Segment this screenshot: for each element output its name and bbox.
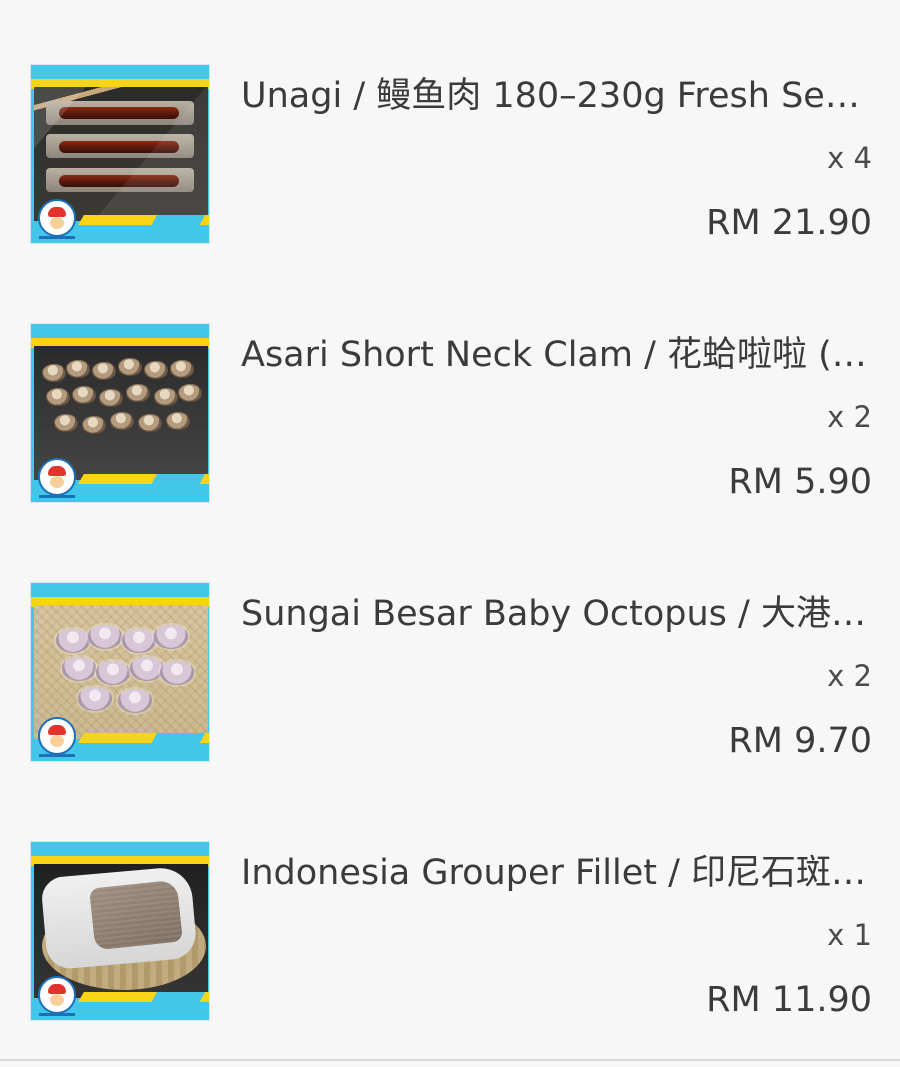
mascot-logo-text-bar <box>39 1013 75 1016</box>
clam-shell <box>82 416 106 434</box>
product-thumbnail-octopus <box>30 582 210 762</box>
clam-shell <box>118 358 142 376</box>
baby-octopus <box>130 657 164 681</box>
baby-octopus <box>88 625 122 649</box>
clam-shell <box>138 414 162 432</box>
mascot-logo-icon <box>38 199 76 237</box>
baby-octopus <box>56 629 90 653</box>
product-title: Asari Short Neck Clam / 花蛤啦啦 (5… <box>241 335 869 375</box>
clam-shell <box>92 362 116 380</box>
order-item-list: Unagi / 鳗鱼肉 180–230g Fresh Sea… x 4 RM 2… <box>0 0 900 1060</box>
product-title: Indonesia Grouper Fillet / 印尼石斑… <box>241 853 867 893</box>
clam-shell <box>72 386 96 404</box>
clam-shell <box>154 388 178 406</box>
mascot-logo-text-bar <box>39 236 75 239</box>
product-quantity: x 4 <box>827 141 872 175</box>
clam-shell <box>42 364 66 382</box>
list-item-unagi[interactable]: Unagi / 鳗鱼肉 180–230g Fresh Sea… x 4 RM 2… <box>0 0 900 259</box>
baby-octopus <box>96 661 130 685</box>
product-price: RM 5.90 <box>728 462 872 502</box>
mascot-logo-icon <box>38 976 76 1014</box>
clam-shell <box>144 361 168 379</box>
product-quantity: x 2 <box>827 400 872 434</box>
clam-shell <box>166 412 190 430</box>
product-thumbnail-clam <box>30 323 210 503</box>
product-thumbnail-grouper <box>30 841 210 1021</box>
mascot-logo-text-bar <box>39 754 75 757</box>
product-thumbnail-unagi <box>30 64 210 244</box>
mascot-logo-icon <box>38 717 76 755</box>
product-title: Unagi / 鳗鱼肉 180–230g Fresh Sea… <box>241 76 869 116</box>
clam-shell <box>126 384 150 402</box>
clam-shell <box>170 360 194 378</box>
clam-shell <box>66 360 90 378</box>
product-price: RM 21.90 <box>706 203 872 243</box>
product-quantity: x 1 <box>827 918 872 952</box>
list-item-clam[interactable]: Asari Short Neck Clam / 花蛤啦啦 (5… x 2 RM … <box>0 259 900 518</box>
baby-octopus <box>62 657 96 681</box>
clam-shell <box>99 389 123 407</box>
product-title: Sungai Besar Baby Octopus / 大港… <box>241 594 866 634</box>
clam-shell <box>110 412 134 430</box>
clam-shell <box>54 414 78 432</box>
grouper-fillet <box>89 879 183 951</box>
product-price: RM 9.70 <box>728 721 872 761</box>
product-price: RM 11.90 <box>706 980 872 1020</box>
baby-octopus <box>118 689 152 713</box>
mascot-logo-text-bar <box>39 495 75 498</box>
baby-octopus <box>154 625 188 649</box>
list-item-octopus[interactable]: Sungai Besar Baby Octopus / 大港… x 2 RM 9… <box>0 518 900 777</box>
product-quantity: x 2 <box>827 659 872 693</box>
baby-octopus <box>160 661 194 685</box>
baby-octopus <box>78 687 112 711</box>
list-item-grouper[interactable]: Indonesia Grouper Fillet / 印尼石斑… x 1 RM … <box>0 777 900 1036</box>
clam-shell <box>46 388 70 406</box>
clam-shell <box>178 384 202 402</box>
mascot-logo-icon <box>38 458 76 496</box>
list-bottom-divider <box>0 1059 900 1061</box>
baby-octopus <box>122 629 156 653</box>
